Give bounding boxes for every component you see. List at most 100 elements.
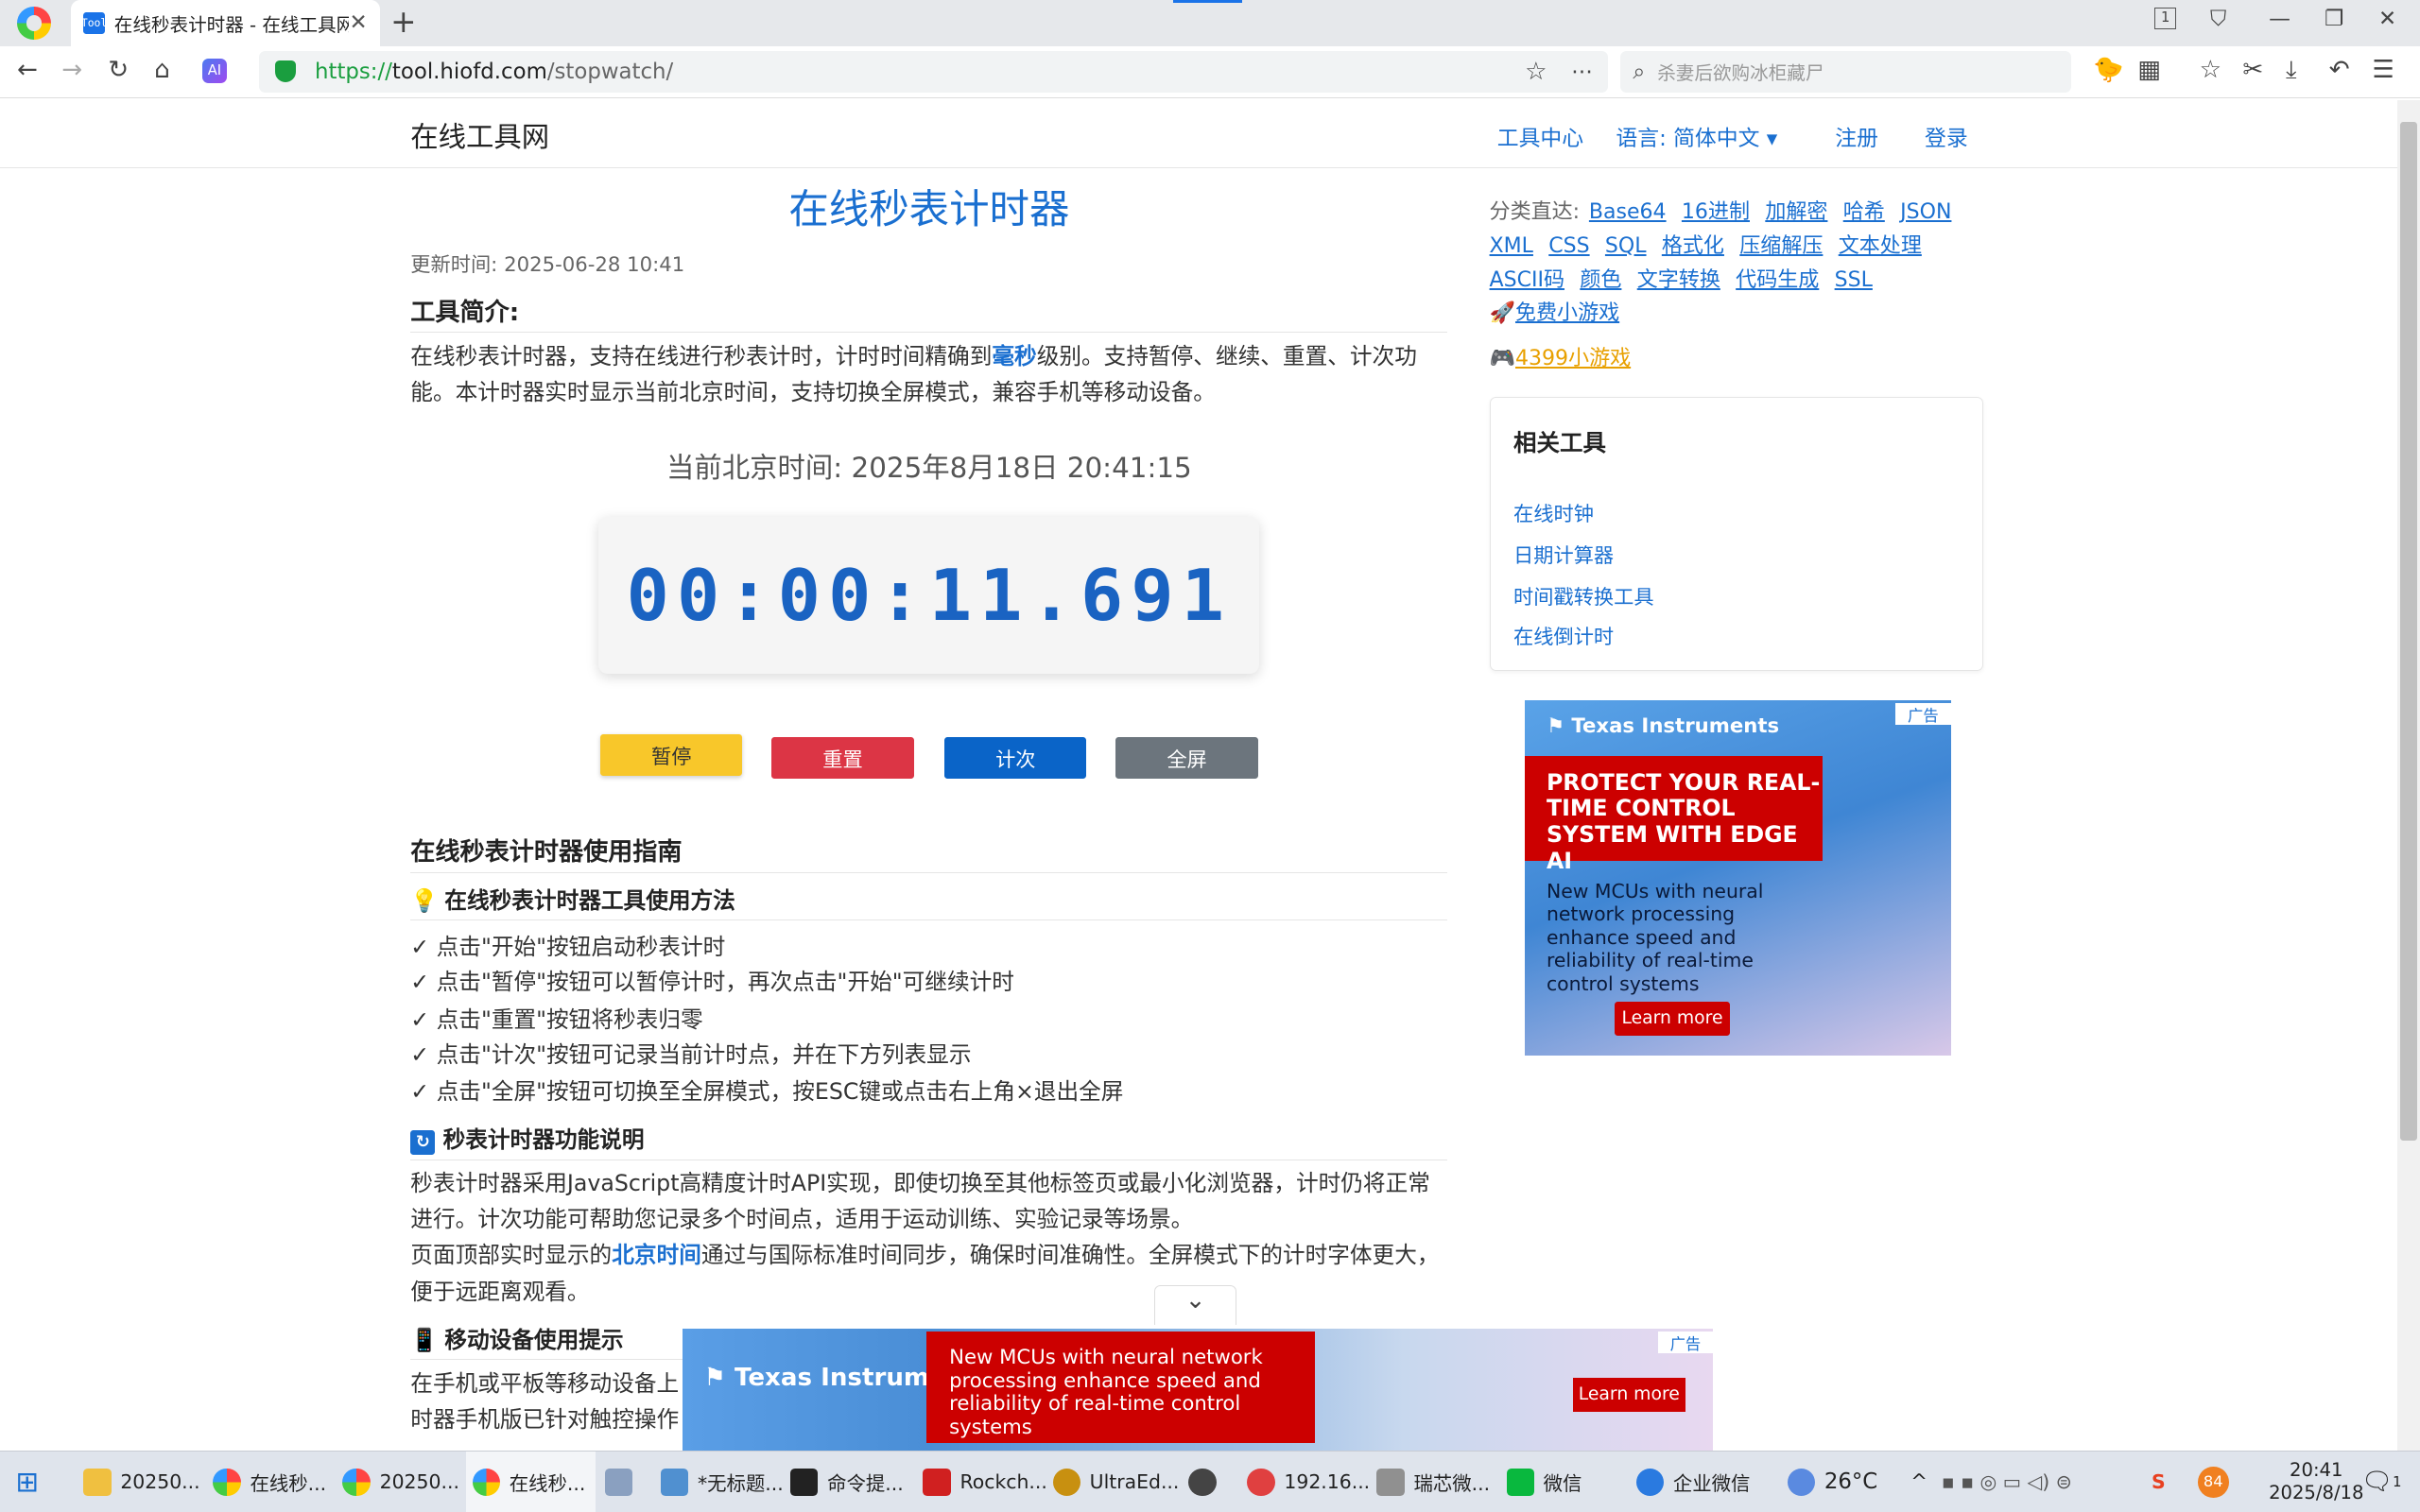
related-tool-link[interactable]: 在线倒计时	[1513, 621, 1614, 650]
taskbar-item[interactable]: 企业微信	[1635, 1452, 1775, 1512]
category-link[interactable]: 哈希	[1843, 200, 1885, 224]
browser-logo-icon[interactable]	[16, 6, 51, 41]
start-icon[interactable]: ⊞	[15, 1452, 39, 1512]
minimize-icon[interactable]: —	[2269, 7, 2290, 31]
tool-icon	[605, 1468, 633, 1497]
page-scrollbar[interactable]	[2396, 100, 2420, 1451]
new-tab-icon[interactable]: +	[390, 6, 416, 38]
category-link[interactable]: 16进制	[1682, 200, 1750, 224]
address-bar[interactable]: https://tool.hiofd.com/stopwatch/ ☆ ⋯	[259, 50, 1609, 93]
favorites-icon[interactable]: ☆	[2200, 57, 2221, 84]
related-tool-link[interactable]: 时间戳转换工具	[1513, 581, 1654, 610]
undo-icon[interactable]: ↶	[2329, 57, 2350, 84]
battery-badge[interactable]: 84	[2197, 1452, 2229, 1512]
taskbar-item-active[interactable]: 在线秒...	[466, 1451, 596, 1512]
nav-login[interactable]: 登录	[1925, 120, 1968, 152]
category-link[interactable]: CSS	[1548, 234, 1589, 258]
related-tool-link[interactable]: 在线时钟	[1513, 498, 1594, 527]
free-games-link[interactable]: 免费小游戏	[1515, 301, 1619, 325]
secure-shield-icon	[274, 60, 297, 83]
ad-learn-more-button[interactable]: Learn more	[1614, 1001, 1731, 1036]
notepad-icon	[660, 1468, 689, 1497]
apps-grid-icon[interactable]: ▦	[2137, 57, 2161, 84]
taskbar-item[interactable]: UltraEd...	[1052, 1452, 1179, 1512]
more-icon[interactable]: ⋯	[1571, 60, 1593, 84]
reload-icon[interactable]: ↻	[108, 57, 129, 84]
nav-tool-center[interactable]: 工具中心	[1497, 120, 1583, 152]
page-title: 在线秒表计时器	[788, 186, 1070, 233]
sogou-icon[interactable]: S	[2152, 1452, 2166, 1512]
free-games-row: 🚀免费小游戏	[1490, 296, 1635, 326]
ti-logo-icon: ⚑	[703, 1363, 735, 1392]
restore-icon[interactable]: ❐	[2325, 7, 2343, 31]
category-link[interactable]: 代码生成	[1736, 268, 1819, 292]
taskbar-item[interactable]: 在线秒...	[213, 1452, 337, 1512]
scissors-icon[interactable]: ✂	[2242, 57, 2263, 84]
site-name[interactable]: 在线工具网	[410, 115, 549, 155]
shirt-icon[interactable]: ⛉	[2210, 7, 2226, 31]
feature-heading: ↻ 秒表计时器功能说明	[410, 1122, 1448, 1160]
taskbar-item[interactable]: 微信	[1506, 1452, 1631, 1512]
forward-icon[interactable]: →	[61, 57, 82, 84]
nav-language[interactable]: 语言: 简体中文 ▾	[1616, 120, 1777, 152]
category-link[interactable]: 加解密	[1765, 200, 1827, 224]
pause-button[interactable]: 暂停	[600, 734, 743, 777]
category-link[interactable]: 颜色	[1580, 268, 1621, 292]
ai-icon[interactable]: AI	[201, 59, 227, 84]
taskbar-item[interactable]	[1188, 1452, 1225, 1512]
nav-register[interactable]: 注册	[1835, 120, 1878, 152]
weather[interactable]: 26°C	[1787, 1452, 1877, 1512]
taskbar: ⊞ 20250... 在线秒... 20250... 在线秒... *无标题..…	[0, 1450, 2420, 1512]
back-icon[interactable]: ←	[17, 57, 38, 84]
close-window-icon[interactable]: ✕	[2378, 7, 2396, 31]
bottom-ad-learn-more-button[interactable]: Learn more	[1572, 1377, 1685, 1412]
tab-stopwatch[interactable]: Tool 在线秒表计时器 - 在线工具网 ✕	[71, 0, 380, 46]
taskbar-item[interactable]: 192.16...	[1247, 1452, 1371, 1512]
category-link[interactable]: Base64	[1589, 200, 1667, 224]
search-box[interactable]: ⌕ 杀妻后欲购冰柜藏尸	[1620, 50, 2072, 93]
taskbar-item[interactable]: *无标题...	[660, 1452, 785, 1512]
category-link[interactable]: SSL	[1835, 268, 1873, 292]
home-icon[interactable]: ⌂	[154, 57, 170, 84]
tab-count-icon[interactable]: 1	[2154, 8, 2177, 29]
category-link[interactable]: SQL	[1605, 234, 1647, 258]
site-header: 在线工具网 工具中心 语言: 简体中文 ▾ 注册 登录	[0, 100, 2397, 168]
related-tool-link[interactable]: 日期计算器	[1513, 540, 1614, 569]
taskbar-item[interactable]: 20250...	[83, 1452, 207, 1512]
download-icon[interactable]: ⤓	[2286, 57, 2297, 84]
reset-button[interactable]: 重置	[771, 737, 914, 780]
taskbar-item[interactable]	[605, 1452, 642, 1512]
category-link[interactable]: JSON	[1900, 200, 1951, 224]
bottom-ad-mark[interactable]: 广告	[1657, 1332, 1714, 1353]
usage-item: ✓ 点击"计次"按钮可记录当前计时点，并在下方列表显示	[410, 1041, 972, 1069]
star-icon[interactable]: ☆	[1525, 58, 1547, 86]
taskbar-item[interactable]: 瑞芯微...	[1376, 1452, 1500, 1512]
scrollbar-thumb[interactable]	[2399, 121, 2417, 1141]
tray-icons[interactable]: ▪ ▪ ◎ ▭ ◁) ⊜	[1942, 1452, 2072, 1512]
work-wechat-icon	[1635, 1468, 1665, 1497]
tray-expand-icon[interactable]: ^	[1910, 1452, 1927, 1512]
games-4399-link[interactable]: 4399小游戏	[1515, 347, 1631, 370]
notification-icon[interactable]: 🗨 1	[2361, 1452, 2402, 1512]
category-link[interactable]: 文本处理	[1839, 234, 1922, 258]
menu-icon[interactable]: ☰	[2372, 57, 2394, 84]
bottom-ad[interactable]: ⚑ Texas Instruments New MCUs with neural…	[682, 1328, 1714, 1451]
collapse-ad-icon[interactable]: ⌄	[1154, 1285, 1236, 1326]
taskbar-item[interactable]: 命令提...	[789, 1452, 914, 1512]
taskbar-item[interactable]: 20250...	[342, 1452, 466, 1512]
extension-icon[interactable]: 🐤	[2093, 57, 2124, 84]
category-link[interactable]: XML	[1490, 234, 1533, 258]
lap-button[interactable]: 计次	[944, 737, 1087, 780]
taskbar-item[interactable]: Rockch...	[923, 1452, 1047, 1512]
category-link[interactable]: ASCII码	[1490, 268, 1564, 292]
category-link[interactable]: 文字转换	[1637, 268, 1720, 292]
sidebar-ad[interactable]: ⚑ Texas Instruments 广告 PROTECT YOUR REAL…	[1525, 700, 1951, 1056]
ad-mark[interactable]: 广告	[1894, 703, 1951, 725]
category-link[interactable]: 格式化	[1662, 234, 1724, 258]
fullscreen-button[interactable]: 全屏	[1115, 737, 1258, 780]
url-host: tool.hiofd.com	[391, 59, 547, 84]
clock[interactable]: 20:41 2025/8/18	[2269, 1452, 2363, 1512]
close-tab-icon[interactable]: ✕	[349, 10, 367, 35]
category-link[interactable]: 压缩解压	[1739, 234, 1823, 258]
site-favicon-icon: Tool	[81, 12, 107, 34]
